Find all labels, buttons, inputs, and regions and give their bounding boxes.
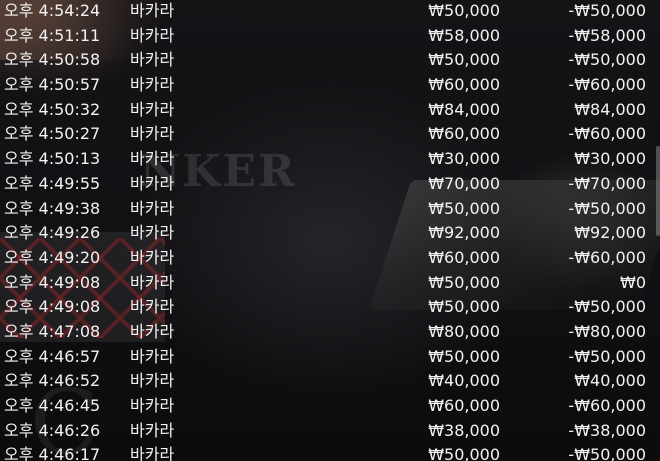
transaction-bet-amount: ₩58,000 (428, 25, 500, 45)
transaction-time: 오후 4:46:45 (4, 396, 101, 415)
transaction-time: 오후 4:49:55 (4, 173, 101, 193)
transaction-time: 오후 4:49:20 (4, 247, 101, 267)
transaction-result-amount: ₩40,000 (574, 371, 646, 391)
transaction-bet-amount: ₩70,000 (428, 173, 500, 193)
transaction-game: 바카라 (130, 1, 175, 20)
transaction-game: 바카라 (130, 173, 175, 193)
transaction-game: 바카라 (130, 75, 175, 95)
transaction-result-amount: ₩0 (620, 272, 646, 292)
transaction-bet-amount: ₩92,000 (428, 223, 500, 243)
transaction-time: 오후 4:50:58 (4, 50, 101, 70)
transaction-bet-amount: ₩50,000 (428, 445, 500, 461)
transaction-result-amount: -₩38,000 (568, 420, 646, 440)
transaction-row[interactable]: 오후 4:49:08 바카라 ₩50,000 ₩0 (0, 271, 660, 296)
transaction-result-amount: ₩84,000 (574, 99, 646, 119)
transaction-time: 오후 4:47:08 (4, 321, 101, 341)
transaction-result-amount: ₩92,000 (574, 223, 646, 243)
transaction-time: 오후 4:46:57 (4, 346, 101, 366)
transaction-result-amount: ₩30,000 (574, 149, 646, 169)
transaction-row[interactable]: 오후 4:50:13 바카라 ₩30,000 ₩30,000 (0, 147, 660, 172)
transaction-time: 오후 4:46:52 (4, 371, 101, 391)
transaction-time: 오후 4:49:08 (4, 272, 101, 292)
transaction-game: 바카라 (130, 247, 175, 267)
transaction-game: 바카라 (130, 99, 175, 119)
transaction-row[interactable]: 오후 4:50:27 바카라 ₩60,000 -₩60,000 (0, 122, 660, 147)
transaction-game: 바카라 (130, 420, 175, 440)
transaction-bet-amount: ₩40,000 (428, 371, 500, 391)
transaction-result-amount: -₩50,000 (568, 1, 646, 20)
transaction-time: 오후 4:49:26 (4, 223, 101, 243)
scrollbar-thumb[interactable] (656, 146, 660, 236)
transaction-game: 바카라 (130, 297, 175, 317)
transaction-result-amount: -₩80,000 (568, 321, 646, 341)
transaction-bet-amount: ₩60,000 (428, 124, 500, 144)
transaction-time: 오후 4:46:17 (4, 445, 101, 461)
transaction-list: 오후 4:54:24 바카라 ₩50,000 -₩50,000 오후 4:51:… (0, 0, 660, 461)
transaction-time: 오후 4:50:13 (4, 149, 101, 169)
transaction-bet-amount: ₩60,000 (428, 75, 500, 95)
transaction-bet-amount: ₩80,000 (428, 321, 500, 341)
transaction-game: 바카라 (130, 198, 175, 218)
transaction-row[interactable]: 오후 4:46:52 바카라 ₩40,000 ₩40,000 (0, 369, 660, 394)
transaction-row[interactable]: 오후 4:46:17 바카라 ₩50,000 -₩50,000 (0, 443, 660, 461)
transaction-bet-amount: ₩50,000 (428, 50, 500, 70)
transaction-row[interactable]: 오후 4:54:24 바카라 ₩50,000 -₩50,000 (0, 0, 660, 24)
transaction-result-amount: -₩50,000 (568, 50, 646, 70)
transaction-result-amount: -₩60,000 (568, 124, 646, 144)
transaction-game: 바카라 (130, 396, 175, 415)
transaction-bet-amount: ₩50,000 (428, 346, 500, 366)
transaction-row[interactable]: 오후 4:50:58 바카라 ₩50,000 -₩50,000 (0, 48, 660, 73)
transaction-result-amount: -₩50,000 (568, 297, 646, 317)
transaction-row[interactable]: 오후 4:49:55 바카라 ₩70,000 -₩70,000 (0, 172, 660, 197)
screen: NKER C 오후 4:54:24 바카라 ₩50,000 -₩50,000 오… (0, 0, 660, 461)
transaction-result-amount: -₩60,000 (568, 247, 646, 267)
transaction-bet-amount: ₩84,000 (428, 99, 500, 119)
transaction-game: 바카라 (130, 321, 175, 341)
transaction-row[interactable]: 오후 4:49:08 바카라 ₩50,000 -₩50,000 (0, 295, 660, 320)
transaction-game: 바카라 (130, 346, 175, 366)
transaction-row[interactable]: 오후 4:50:32 바카라 ₩84,000 ₩84,000 (0, 98, 660, 123)
transaction-time: 오후 4:50:32 (4, 99, 101, 119)
transaction-row[interactable]: 오후 4:46:26 바카라 ₩38,000 -₩38,000 (0, 419, 660, 444)
transaction-bet-amount: ₩60,000 (428, 247, 500, 267)
transaction-time: 오후 4:51:11 (4, 25, 101, 45)
transaction-row[interactable]: 오후 4:49:26 바카라 ₩92,000 ₩92,000 (0, 221, 660, 246)
transaction-bet-amount: ₩50,000 (428, 272, 500, 292)
transaction-game: 바카라 (130, 223, 175, 243)
transaction-bet-amount: ₩60,000 (428, 396, 500, 415)
transaction-game: 바카라 (130, 272, 175, 292)
transaction-result-amount: -₩58,000 (568, 25, 646, 45)
transaction-result-amount: -₩70,000 (568, 173, 646, 193)
transaction-time: 오후 4:49:38 (4, 198, 101, 218)
transaction-result-amount: -₩50,000 (568, 346, 646, 366)
transaction-game: 바카라 (130, 445, 175, 461)
transaction-row[interactable]: 오후 4:46:57 바카라 ₩50,000 -₩50,000 (0, 345, 660, 370)
transaction-result-amount: -₩50,000 (568, 445, 646, 461)
transaction-game: 바카라 (130, 50, 175, 70)
transaction-result-amount: -₩60,000 (568, 75, 646, 95)
transaction-game: 바카라 (130, 371, 175, 391)
transaction-bet-amount: ₩50,000 (428, 1, 500, 20)
transaction-result-amount: -₩60,000 (568, 396, 646, 415)
transaction-bet-amount: ₩50,000 (428, 198, 500, 218)
transaction-game: 바카라 (130, 124, 175, 144)
transaction-time: 오후 4:49:08 (4, 297, 101, 317)
transaction-result-amount: -₩50,000 (568, 198, 646, 218)
transaction-row[interactable]: 오후 4:50:57 바카라 ₩60,000 -₩60,000 (0, 73, 660, 98)
transaction-game: 바카라 (130, 25, 175, 45)
transaction-time: 오후 4:54:24 (4, 1, 101, 20)
transaction-row[interactable]: 오후 4:46:45 바카라 ₩60,000 -₩60,000 (0, 394, 660, 419)
transaction-time: 오후 4:50:27 (4, 124, 101, 144)
transaction-row[interactable]: 오후 4:49:20 바카라 ₩60,000 -₩60,000 (0, 246, 660, 271)
transaction-time: 오후 4:50:57 (4, 75, 101, 95)
transaction-row[interactable]: 오후 4:49:38 바카라 ₩50,000 -₩50,000 (0, 197, 660, 222)
transaction-bet-amount: ₩30,000 (428, 149, 500, 169)
transaction-row[interactable]: 오후 4:47:08 바카라 ₩80,000 -₩80,000 (0, 320, 660, 345)
transaction-game: 바카라 (130, 149, 175, 169)
transaction-bet-amount: ₩50,000 (428, 297, 500, 317)
transaction-time: 오후 4:46:26 (4, 420, 101, 440)
transaction-bet-amount: ₩38,000 (428, 420, 500, 440)
transaction-row[interactable]: 오후 4:51:11 바카라 ₩58,000 -₩58,000 (0, 24, 660, 49)
